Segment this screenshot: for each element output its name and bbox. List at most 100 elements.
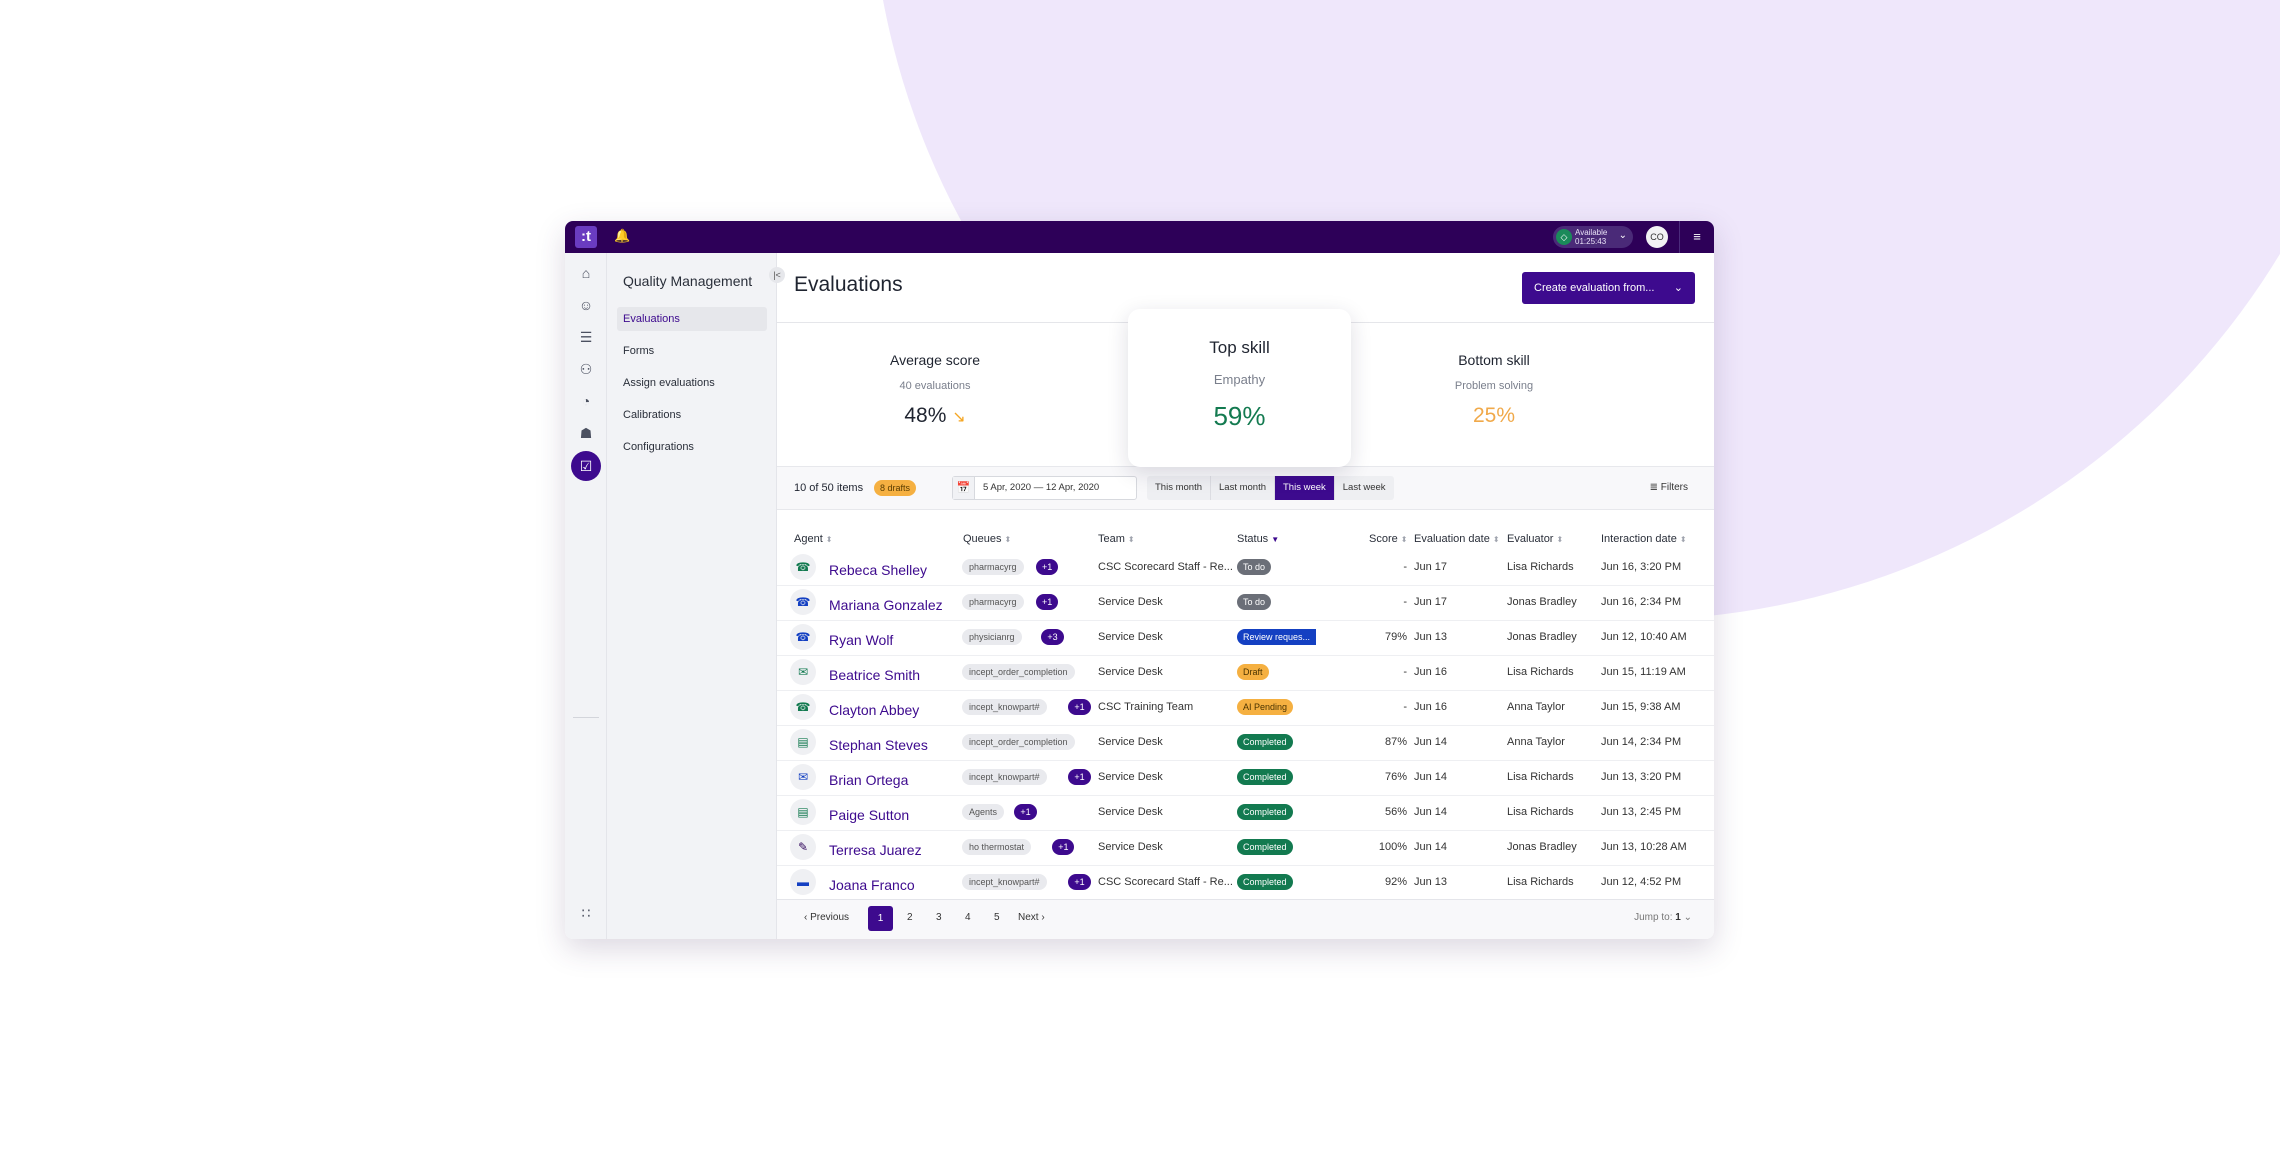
column-score[interactable]: Score ⬍ — [1369, 533, 1407, 545]
page-3-button[interactable]: 3 — [936, 912, 942, 923]
stat-subtitle: 40 evaluations — [899, 380, 971, 392]
more-queues-badge[interactable]: +1 — [1068, 874, 1091, 890]
page-4-button[interactable]: 4 — [965, 912, 971, 923]
team-name: Service Desk — [1098, 631, 1163, 643]
table-toolbar: 10 of 50 items 8 drafts 📅 5 Apr, 2020 — … — [777, 466, 1714, 510]
interaction-date: Jun 15, 9:38 AM — [1601, 701, 1681, 713]
page-1-button[interactable]: 1 — [868, 906, 893, 931]
user-avatar[interactable]: CO — [1646, 226, 1668, 248]
notification-bell-icon[interactable]: 🔔 — [614, 228, 632, 246]
side-panel-toggle-icon[interactable]: ≡ — [1679, 221, 1714, 253]
evaluator-name: Lisa Richards — [1507, 561, 1574, 573]
more-queues-badge[interactable]: +1 — [1036, 559, 1059, 575]
agent-name-link[interactable]: Joana Franco — [829, 877, 915, 893]
table-row[interactable]: ☎ Mariana Gonzalez pharmacyrg +1 Service Des… — [777, 586, 1714, 621]
range-this-week[interactable]: This week — [1275, 476, 1335, 500]
create-evaluation-button[interactable]: Create evaluation from... ⌄ — [1522, 272, 1695, 304]
score-value: 56% — [1384, 806, 1407, 818]
agent-name-link[interactable]: Paige Sutton — [829, 807, 909, 823]
sidebar-item-calibrations[interactable]: Calibrations — [617, 403, 767, 427]
stat-title: Top skill — [1209, 338, 1270, 357]
more-queues-badge[interactable]: +1 — [1014, 804, 1037, 820]
sidebar-item-evaluations[interactable]: Evaluations — [617, 307, 767, 331]
page-5-button[interactable]: 5 — [994, 912, 1000, 923]
phone-outbound-icon: ☎ — [790, 624, 816, 650]
evaluator-name: Anna Taylor — [1507, 701, 1565, 713]
drafts-badge[interactable]: 8 drafts — [874, 480, 917, 496]
agent-name-link[interactable]: Brian Ortega — [829, 772, 908, 788]
score-value: 100% — [1378, 841, 1407, 853]
create-evaluation-label: Create evaluation from... — [1534, 282, 1655, 294]
more-queues-badge[interactable]: +3 — [1041, 629, 1064, 645]
dashboard-gauge-icon[interactable]: ◔ — [574, 389, 598, 413]
page-2-button[interactable]: 2 — [907, 912, 913, 923]
routing-list-icon[interactable]: ☰ — [574, 325, 598, 349]
trophy-icon[interactable]: ☗ — [574, 421, 598, 445]
interaction-date: Jun 13, 2:45 PM — [1601, 806, 1682, 818]
stat-subtitle: Empathy — [1213, 372, 1266, 387]
sidebar-item-assign-evaluations[interactable]: Assign evaluations — [617, 371, 767, 395]
interaction-date: Jun 16, 2:34 PM — [1601, 596, 1682, 608]
agent-name-link[interactable]: Ryan Wolf — [829, 632, 893, 648]
filters-button[interactable]: ≣ Filters — [1650, 482, 1688, 493]
app-logo[interactable]: :t — [575, 226, 597, 248]
interaction-date: Jun 12, 4:52 PM — [1601, 876, 1682, 888]
availability-status[interactable]: ◇ Available 01:25:43 ⌄ — [1553, 226, 1633, 248]
next-page-button[interactable]: Next › — [1018, 912, 1045, 923]
table-row[interactable]: ☎ Rebeca Shelley pharmacyrg +1 CSC Scorecard… — [777, 551, 1714, 586]
column-status[interactable]: Status ▼ — [1237, 533, 1279, 545]
sort-icon: ⬍ — [1004, 535, 1012, 544]
more-queues-badge[interactable]: +1 — [1052, 839, 1075, 855]
range-last-week[interactable]: Last week — [1335, 476, 1394, 500]
queue-tag: incept_knowpart# — [962, 769, 1047, 785]
previous-page-button[interactable]: ‹ Previous — [804, 912, 849, 923]
jump-to-page[interactable]: Jump to: 1 ⌄ — [1634, 912, 1692, 923]
column-team[interactable]: Team ⬍ — [1098, 533, 1135, 545]
task-clipboard-icon: ✎ — [790, 834, 816, 860]
column-queues[interactable]: Queues ⬍ — [963, 533, 1011, 545]
apps-grid-icon[interactable]: ∷ — [574, 901, 598, 925]
range-last-month[interactable]: Last month — [1211, 476, 1275, 500]
agent-chat-icon[interactable]: ☺ — [574, 293, 598, 317]
column-interaction-date[interactable]: Interaction date ⬍ — [1601, 533, 1687, 545]
agent-name-link[interactable]: Terresa Juarez — [829, 842, 922, 858]
agent-name-link[interactable]: Clayton Abbey — [829, 702, 919, 718]
team-icon[interactable]: ⚇ — [574, 357, 598, 381]
agent-name-link[interactable]: Beatrice Smith — [829, 667, 920, 683]
sidebar-item-configurations[interactable]: Configurations — [617, 435, 767, 459]
date-range-value: 5 Apr, 2020 — 12 Apr, 2020 — [983, 482, 1100, 493]
column-agent[interactable]: Agent ⬍ — [794, 533, 832, 545]
evaluator-name: Jonas Bradley — [1507, 631, 1577, 643]
status-label: Available — [1575, 228, 1608, 237]
bottom-skill-value: 25% — [1472, 404, 1516, 427]
calendar-icon[interactable]: 📅 — [953, 477, 975, 499]
quality-clipboard-icon[interactable]: ☑ — [571, 451, 601, 481]
agent-name-link[interactable]: Mariana Gonzalez — [829, 597, 943, 613]
sort-icon: ⬍ — [1492, 535, 1500, 544]
agent-name-link[interactable]: Rebeca Shelley — [829, 562, 927, 578]
date-range-input[interactable]: 📅 5 Apr, 2020 — 12 Apr, 2020 — [952, 476, 1137, 500]
table-row[interactable]: ▤ Paige Sutton Agents +1 Service Desk Complet… — [777, 796, 1714, 831]
more-queues-badge[interactable]: +1 — [1068, 699, 1091, 715]
table-row[interactable]: ✉ Brian Ortega incept_knowpart# +1 Service D… — [777, 761, 1714, 796]
home-icon[interactable]: ⌂ — [574, 261, 598, 285]
page-title: Evaluations — [794, 273, 903, 296]
table-row[interactable]: ✉ Beatrice Smith incept_order_completion Se… — [777, 656, 1714, 691]
evaluation-date: Jun 17 — [1414, 561, 1448, 573]
chevron-down-icon: ⌄ — [1673, 282, 1683, 294]
more-queues-badge[interactable]: +1 — [1068, 769, 1091, 785]
table-row[interactable]: ▬ Joana Franco incept_knowpart# +1 CSC Score… — [777, 866, 1714, 901]
column-evaluation-date[interactable]: Evaluation date ⬍ — [1414, 533, 1500, 545]
queue-tag: incept_order_completion — [962, 734, 1075, 750]
sidebar-item-forms[interactable]: Forms — [617, 339, 767, 363]
table-row[interactable]: ☎ Clayton Abbey incept_knowpart# +1 CSC Trai… — [777, 691, 1714, 726]
table-row[interactable]: ☎ Ryan Wolf physicianrg +3 Service Desk Revie… — [777, 621, 1714, 656]
table-row[interactable]: ▤ Stephan Steves incept_order_completion Se… — [777, 726, 1714, 761]
column-evaluator[interactable]: Evaluator ⬍ — [1507, 533, 1563, 545]
table-row[interactable]: ✎ Terresa Juarez ho thermostat +1 Service De… — [777, 831, 1714, 866]
more-queues-badge[interactable]: +1 — [1036, 594, 1059, 610]
sms-bubble-icon: ▬ — [790, 869, 816, 895]
range-this-month[interactable]: This month — [1147, 476, 1211, 500]
agent-name-link[interactable]: Stephan Steves — [829, 737, 928, 753]
collapse-sidebar-icon[interactable]: |< — [769, 267, 785, 283]
